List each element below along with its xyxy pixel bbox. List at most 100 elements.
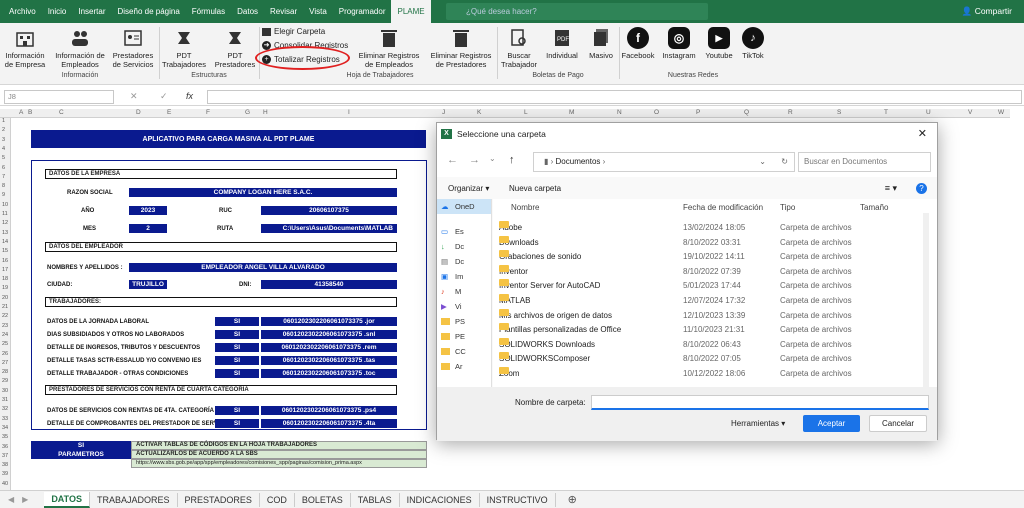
file-row[interactable]: Adobe 13/02/2024 18:05 Carpeta de archivos bbox=[493, 221, 911, 236]
tab-programador[interactable]: Programador bbox=[333, 0, 392, 23]
row-header[interactable]: 1 bbox=[2, 118, 5, 124]
elegir-carpeta-button[interactable]: Elegir Carpeta bbox=[262, 27, 325, 36]
individual-button[interactable]: PDF Individual bbox=[542, 23, 582, 60]
column-header[interactable]: U bbox=[926, 109, 931, 116]
tiktok-button[interactable]: ♪ TikTok bbox=[738, 23, 768, 60]
provider-row-flag[interactable]: SI bbox=[215, 419, 259, 428]
nav-item[interactable]: PE bbox=[437, 329, 491, 344]
row-header[interactable]: 30 bbox=[2, 388, 8, 394]
worker-row-flag[interactable]: SI bbox=[215, 369, 259, 378]
nav-item[interactable]: CC bbox=[437, 344, 491, 359]
row-header[interactable]: 26 bbox=[2, 351, 8, 357]
column-header[interactable]: O bbox=[654, 109, 659, 116]
mes-value[interactable]: 2 bbox=[129, 224, 167, 233]
row-header[interactable]: 19 bbox=[2, 285, 8, 291]
row-header[interactable]: 11 bbox=[2, 211, 8, 217]
ciudad-value[interactable]: TRUJILLO bbox=[129, 280, 167, 289]
column-header[interactable]: R bbox=[788, 109, 793, 116]
row-header[interactable]: 17 bbox=[2, 267, 8, 273]
check-icon[interactable]: ✓ bbox=[160, 91, 168, 102]
row-header[interactable]: 8 bbox=[2, 183, 5, 189]
tab-inicio[interactable]: Inicio bbox=[42, 0, 73, 23]
formula-input[interactable] bbox=[207, 90, 1022, 104]
file-row[interactable]: Inventor Server for AutoCAD 5/01/2023 17:… bbox=[493, 279, 911, 294]
column-header[interactable]: N bbox=[617, 109, 622, 116]
worker-row-flag[interactable]: SI bbox=[215, 330, 259, 339]
tab-vista[interactable]: Vista bbox=[303, 0, 333, 23]
help-icon[interactable]: ? bbox=[916, 183, 927, 194]
accept-button[interactable]: Aceptar bbox=[803, 415, 860, 432]
nombres-value[interactable]: EMPLEADOR ANGEL VILLA ALVARADO bbox=[129, 263, 397, 272]
column-header[interactable]: V bbox=[968, 109, 972, 116]
row-header[interactable]: 28 bbox=[2, 369, 8, 375]
sheet-tab-trabajadores[interactable]: TRABAJADORES bbox=[90, 492, 178, 507]
chevron-down-icon[interactable]: ⌄ bbox=[759, 153, 766, 171]
row-header[interactable]: 18 bbox=[2, 276, 8, 282]
tools-button[interactable]: Herramientas ▾ bbox=[731, 419, 785, 428]
empresa-button[interactable]: Información de Empresa bbox=[2, 23, 48, 69]
column-header[interactable]: C bbox=[59, 109, 64, 116]
row-header[interactable]: 29 bbox=[2, 378, 8, 384]
file-row[interactable]: Inventor 8/10/2022 07:39 Carpeta de archiv… bbox=[493, 264, 911, 280]
sbs-link[interactable]: https://www.sbs.gob.pe/app/spp/empleador… bbox=[131, 459, 427, 468]
scroll-right-icon[interactable]: ▶ bbox=[22, 495, 44, 504]
nav-item[interactable]: ▤ Dc bbox=[437, 254, 491, 269]
add-sheet-icon[interactable]: ⊕ bbox=[556, 493, 589, 506]
file-row[interactable]: Zoom 10/12/2022 18:06 Carpeta de archivos bbox=[493, 367, 911, 382]
row-header[interactable]: 2 bbox=[2, 127, 5, 133]
tab-diseno[interactable]: Diseño de página bbox=[112, 0, 186, 23]
pdt-trabajadores-button[interactable]: PDT Trabajadores bbox=[160, 23, 208, 69]
row-header[interactable]: 16 bbox=[2, 258, 8, 264]
worker-row-flag[interactable]: SI bbox=[215, 356, 259, 365]
file-row[interactable]: Grabaciones de sonido 19/10/2022 14:11 Car… bbox=[493, 250, 911, 265]
tab-insertar[interactable]: Insertar bbox=[72, 0, 111, 23]
forward-icon[interactable]: → bbox=[469, 154, 480, 166]
row-header[interactable]: 40 bbox=[2, 481, 8, 487]
column-header[interactable]: W bbox=[998, 109, 1004, 116]
chevron-down-icon[interactable]: ⌄ bbox=[489, 154, 496, 163]
eliminar-empleados-button[interactable]: Eliminar Registros de Empleados bbox=[354, 23, 424, 69]
tab-plame[interactable]: PLAME bbox=[391, 0, 431, 23]
organize-button[interactable]: Organizar ▾ bbox=[448, 184, 489, 193]
nav-item[interactable]: ▭ Es bbox=[437, 224, 491, 239]
facebook-button[interactable]: f Facebook bbox=[620, 23, 656, 60]
column-header[interactable]: E bbox=[167, 109, 171, 116]
eliminar-prestadores-button[interactable]: Eliminar Registros de Prestadores bbox=[426, 23, 496, 69]
column-header[interactable]: Q bbox=[744, 109, 749, 116]
share-button[interactable]: 👤 Compartir bbox=[962, 0, 1012, 23]
row-header[interactable]: 23 bbox=[2, 323, 8, 329]
row-header[interactable]: 7 bbox=[2, 174, 5, 180]
razon-value[interactable]: COMPANY LOGAN HERE S.A.C. bbox=[129, 188, 397, 197]
fx-button[interactable]: fx bbox=[186, 91, 193, 101]
row-header[interactable]: 12 bbox=[2, 220, 8, 226]
name-box[interactable]: J8 bbox=[4, 90, 114, 104]
nav-item[interactable]: ↓ Dc bbox=[437, 239, 491, 254]
dni-value[interactable]: 41358540 bbox=[261, 280, 397, 289]
worker-row-flag[interactable]: SI bbox=[215, 317, 259, 326]
sheet-tab-prestadores[interactable]: PRESTADORES bbox=[178, 492, 260, 507]
nav-item[interactable]: ☁ OneD bbox=[437, 199, 491, 214]
nav-item[interactable]: PS bbox=[437, 314, 491, 329]
ruc-value[interactable]: 20606107375 bbox=[261, 206, 397, 215]
worker-row-flag[interactable]: SI bbox=[215, 343, 259, 352]
header-nombre[interactable]: Nombre bbox=[511, 203, 539, 212]
row-header[interactable]: 3 bbox=[2, 137, 5, 143]
sheet-tab-instructivo[interactable]: INSTRUCTIVO bbox=[480, 492, 556, 507]
prestadores-button[interactable]: Prestadores de Servicios bbox=[108, 23, 158, 69]
row-header[interactable]: 15 bbox=[2, 248, 8, 254]
row-header[interactable]: 9 bbox=[2, 192, 5, 198]
row-header[interactable]: 4 bbox=[2, 146, 5, 152]
tab-revisar[interactable]: Revisar bbox=[264, 0, 303, 23]
file-row[interactable]: Downloads 8/10/2022 03:31 Carpeta de archi… bbox=[493, 235, 911, 251]
row-header[interactable]: 36 bbox=[2, 444, 8, 450]
empleados-button[interactable]: Información de Empleados bbox=[52, 23, 108, 69]
path-box[interactable]: ▮ › Documentos › ⌄ ↻ bbox=[533, 152, 795, 172]
cancel-icon[interactable]: ✕ bbox=[130, 91, 138, 102]
row-header[interactable]: 34 bbox=[2, 425, 8, 431]
folder-name-input[interactable] bbox=[591, 395, 929, 410]
column-header[interactable]: J bbox=[442, 109, 445, 116]
column-header[interactable]: B bbox=[28, 109, 32, 116]
pdt-prestadores-button[interactable]: PDT Prestadores bbox=[210, 23, 260, 69]
anio-value[interactable]: 2023 bbox=[129, 206, 167, 215]
column-header[interactable]: G bbox=[245, 109, 250, 116]
